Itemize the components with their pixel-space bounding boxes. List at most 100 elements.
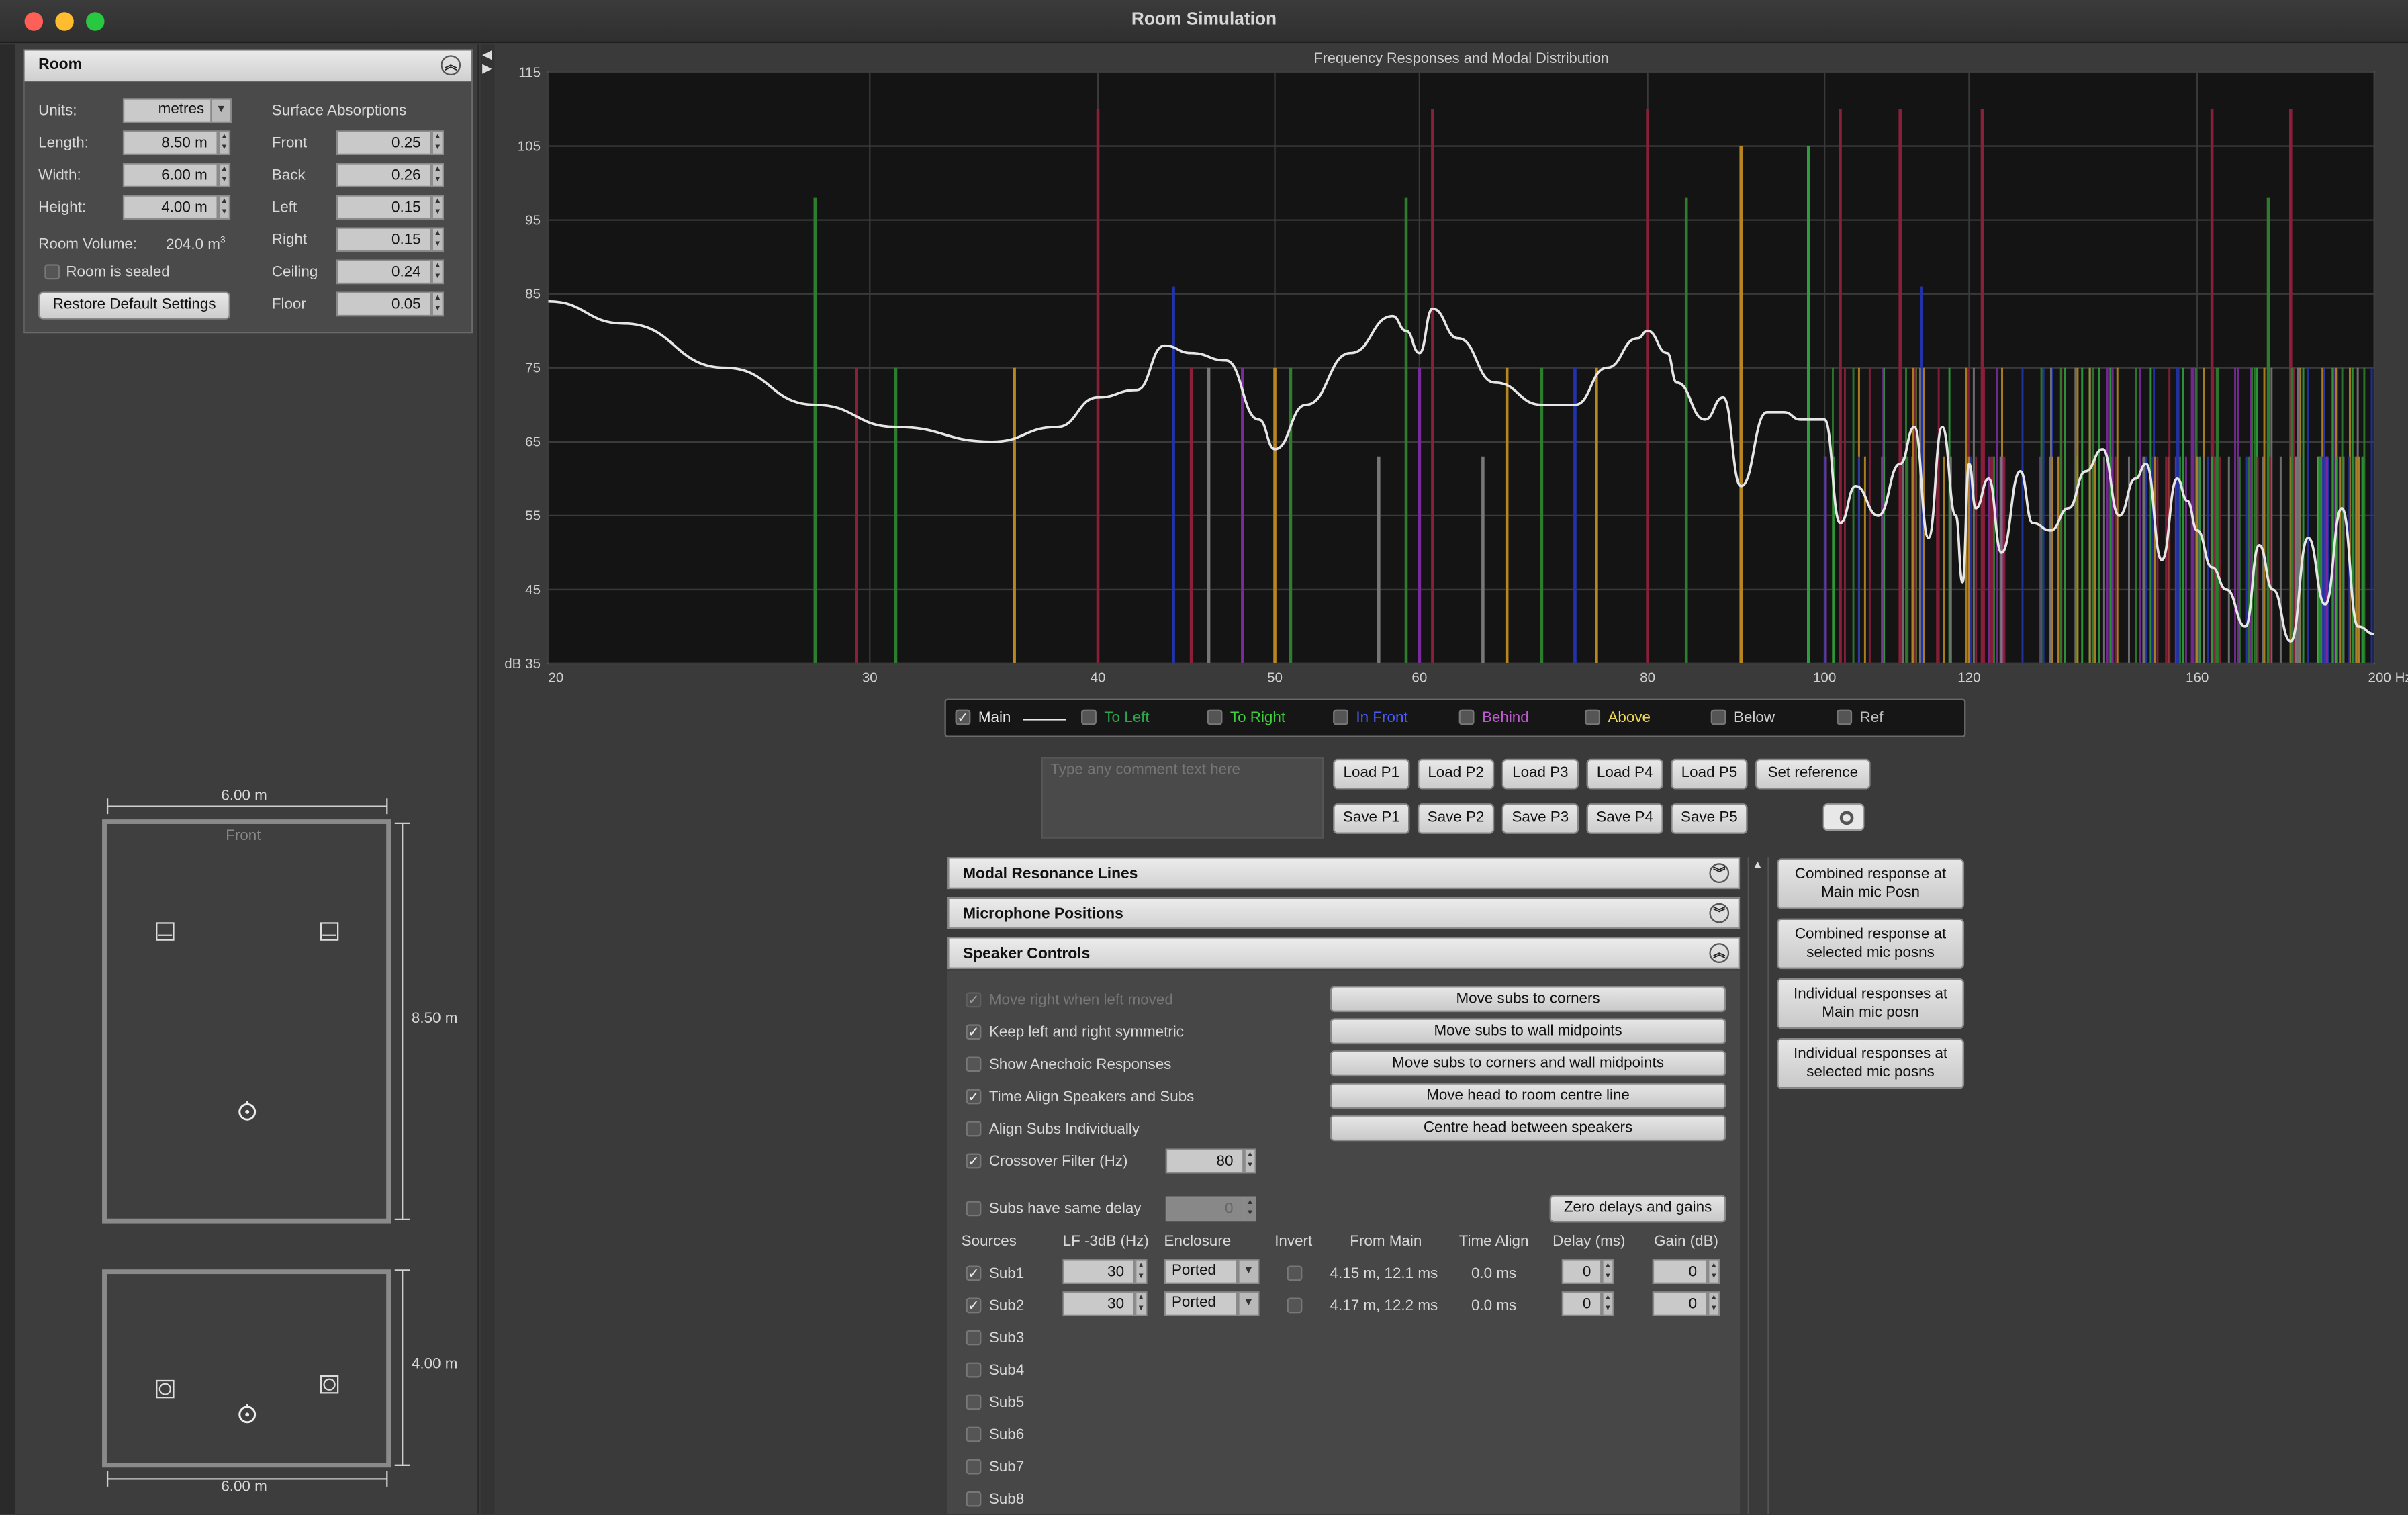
sub-lf-stepper-2[interactable]: ▲ ▼ <box>1135 1291 1148 1316</box>
collapse-up-icon[interactable]: ︽ <box>1709 943 1730 963</box>
sub-checkbox-8[interactable] <box>966 1491 982 1507</box>
zero-delays-button[interactable]: Zero delays and gains <box>1549 1195 1726 1223</box>
absorption-field-left[interactable]: 0.15 <box>336 195 432 220</box>
sub-delay-stepper-1[interactable]: ▲ ▼ <box>1602 1259 1614 1284</box>
sub-enclosure-select-2[interactable]: Ported <box>1164 1291 1238 1316</box>
subs-same-delay-stepper[interactable]: ▲ ▼ <box>1244 1196 1256 1222</box>
speaker-option-checkbox-2[interactable]: ✓ <box>966 1024 982 1040</box>
speaker-action-button-4[interactable]: Move head to room centre line <box>1330 1083 1726 1109</box>
absorption-field-front[interactable]: 0.25 <box>336 130 432 155</box>
sub-lf-field-1[interactable]: 30 <box>1062 1259 1136 1284</box>
speaker-option-checkbox-5[interactable] <box>966 1121 982 1137</box>
chevron-down-icon[interactable]: ▼ <box>1238 1291 1260 1316</box>
units-dropdown-arrow-icon[interactable]: ▼ <box>210 98 232 123</box>
expand-down-icon[interactable]: ︾ <box>1709 863 1730 884</box>
absorption-stepper-ceiling[interactable]: ▲ ▼ <box>431 259 444 285</box>
speaker-option-checkbox-1[interactable]: ✓ <box>966 992 982 1008</box>
load-profile-4-button[interactable]: Load P4 <box>1586 758 1663 790</box>
load-profile-3-button[interactable]: Load P3 <box>1501 758 1579 790</box>
sub-lf-stepper-1[interactable]: ▲ ▼ <box>1135 1259 1148 1284</box>
sub-checkbox-1[interactable]: ✓ <box>966 1265 982 1281</box>
side-response-button-3[interactable]: Individual responses at Main mic posn <box>1777 978 1965 1029</box>
crossover-stepper[interactable]: ▲ ▼ <box>1244 1148 1256 1174</box>
sub-enclosure-select-1[interactable]: Ported <box>1164 1259 1238 1284</box>
sub-checkbox-4[interactable] <box>966 1362 982 1378</box>
load-profile-1-button[interactable]: Load P1 <box>1333 758 1410 790</box>
side-response-button-4[interactable]: Individual responses at selected mic posn… <box>1777 1038 1965 1089</box>
expand-down-icon[interactable]: ︾ <box>1709 903 1730 923</box>
sub-invert-checkbox-2[interactable] <box>1287 1297 1303 1314</box>
set-reference-button[interactable]: Set reference <box>1755 758 1871 790</box>
sub-delay-stepper-2[interactable]: ▲ ▼ <box>1602 1291 1614 1316</box>
legend-behind-checkbox[interactable] <box>1458 709 1475 725</box>
sub-gain-field-1[interactable]: 0 <box>1652 1259 1708 1284</box>
sub-checkbox-3[interactable] <box>966 1330 982 1346</box>
room-sealed-checkbox[interactable] <box>44 264 60 280</box>
room-panel-header[interactable]: Room ︽ <box>24 50 472 82</box>
camera-icon[interactable] <box>1822 803 1865 831</box>
speaker-action-button-2[interactable]: Move subs to wall midpoints <box>1330 1018 1726 1045</box>
save-profile-2-button[interactable]: Save P2 <box>1417 803 1495 834</box>
absorption-stepper-left[interactable]: ▲ ▼ <box>431 195 444 220</box>
width-stepper[interactable]: ▲ ▼ <box>218 163 231 188</box>
speaker-action-button-1[interactable]: Move subs to corners <box>1330 986 1726 1013</box>
sections-scrollbar[interactable]: ▲ <box>1747 857 1769 1514</box>
legend-in-front-checkbox[interactable] <box>1333 709 1348 725</box>
load-profile-5-button[interactable]: Load P5 <box>1671 758 1748 790</box>
speaker-action-button-5[interactable]: Centre head between speakers <box>1330 1115 1726 1142</box>
load-profile-2-button[interactable]: Load P2 <box>1417 758 1495 790</box>
length-stepper[interactable]: ▲ ▼ <box>218 130 231 155</box>
absorption-field-ceiling[interactable]: 0.24 <box>336 259 432 285</box>
length-field[interactable]: 8.50 m <box>122 130 218 155</box>
height-stepper[interactable]: ▲ ▼ <box>218 195 231 220</box>
units-select[interactable]: metres <box>122 98 212 123</box>
save-profile-3-button[interactable]: Save P3 <box>1501 803 1579 834</box>
sub-checkbox-7[interactable] <box>966 1459 982 1475</box>
legend-main-checkbox[interactable]: ✓ <box>955 709 971 725</box>
speaker-controls-section-header[interactable]: Speaker Controls ︽ <box>947 937 1741 970</box>
crossover-field[interactable]: 80 <box>1165 1148 1244 1174</box>
save-profile-4-button[interactable]: Save P4 <box>1586 803 1663 834</box>
speaker-action-button-3[interactable]: Move subs to corners and wall midpoints <box>1330 1050 1726 1077</box>
legend-to-left-checkbox[interactable] <box>1081 709 1097 725</box>
collapse-up-icon[interactable]: ︽ <box>441 55 461 76</box>
sub-lf-field-2[interactable]: 30 <box>1062 1291 1136 1316</box>
subs-same-delay-checkbox[interactable] <box>966 1201 982 1217</box>
sub-checkbox-5[interactable] <box>966 1394 982 1410</box>
absorption-stepper-back[interactable]: ▲ ▼ <box>431 163 444 188</box>
sub-gain-stepper-1[interactable]: ▲ ▼ <box>1708 1259 1720 1284</box>
chevron-down-icon[interactable]: ▼ <box>1238 1259 1260 1284</box>
absorption-stepper-right[interactable]: ▲ ▼ <box>431 227 444 252</box>
save-profile-5-button[interactable]: Save P5 <box>1671 803 1748 834</box>
sub-delay-field-2[interactable]: 0 <box>1561 1291 1602 1316</box>
sub-gain-stepper-2[interactable]: ▲ ▼ <box>1708 1291 1720 1316</box>
absorption-stepper-floor[interactable]: ▲ ▼ <box>431 291 444 317</box>
height-field[interactable]: 4.00 m <box>122 195 218 220</box>
speaker-option-checkbox-3[interactable] <box>966 1056 982 1072</box>
sub-delay-field-1[interactable]: 0 <box>1561 1259 1602 1284</box>
save-profile-1-button[interactable]: Save P1 <box>1333 803 1410 834</box>
sub-checkbox-6[interactable] <box>966 1426 982 1442</box>
speaker-option-checkbox-6[interactable]: ✓ <box>966 1153 982 1169</box>
legend-ref-checkbox[interactable] <box>1837 709 1853 725</box>
microphone-positions-section-header[interactable]: Microphone Positions ︾ <box>947 897 1741 929</box>
absorption-stepper-front[interactable]: ▲ ▼ <box>431 130 444 155</box>
restore-defaults-button[interactable]: Restore Default Settings <box>38 291 231 320</box>
speaker-option-checkbox-4[interactable]: ✓ <box>966 1089 982 1105</box>
sub-invert-checkbox-1[interactable] <box>1287 1265 1303 1281</box>
modal-resonance-section-header[interactable]: Modal Resonance Lines ︾ <box>947 857 1741 890</box>
absorption-field-right[interactable]: 0.15 <box>336 227 432 252</box>
panel-splitter[interactable]: ◀ ▶ <box>480 44 495 1514</box>
side-response-button-1[interactable]: Combined response at Main mic Posn <box>1777 858 1965 909</box>
absorption-field-back[interactable]: 0.26 <box>336 163 432 188</box>
comment-textarea[interactable] <box>1041 757 1324 839</box>
side-response-button-2[interactable]: Combined response at selected mic posns <box>1777 918 1965 970</box>
absorption-field-floor[interactable]: 0.05 <box>336 291 432 317</box>
width-field[interactable]: 6.00 m <box>122 163 218 188</box>
legend-below-checkbox[interactable] <box>1710 709 1726 725</box>
legend-to-right-checkbox[interactable] <box>1207 709 1223 725</box>
sub-gain-field-2[interactable]: 0 <box>1652 1291 1708 1316</box>
subs-same-delay-field[interactable]: 0 <box>1165 1196 1244 1222</box>
legend-above-checkbox[interactable] <box>1585 709 1601 725</box>
sub-checkbox-2[interactable]: ✓ <box>966 1297 982 1314</box>
